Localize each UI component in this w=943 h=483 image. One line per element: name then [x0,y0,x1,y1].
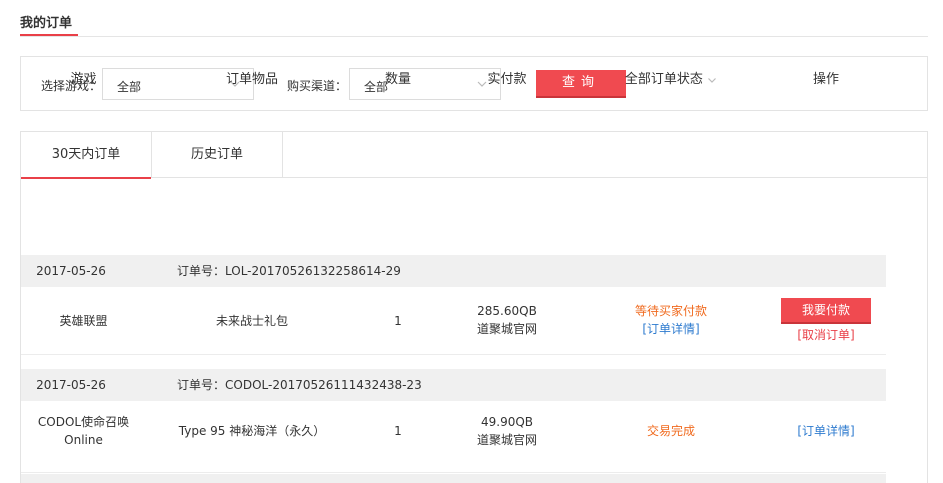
pay-button[interactable]: 我要付款 [781,298,871,324]
col-status-label: 全部订单状态 [624,72,703,87]
col-action: 操作 [812,72,839,87]
tab-history-orders[interactable]: 历史订单 [152,132,283,178]
order-channel: 道聚城官网 [476,433,537,447]
table-header: 游戏 订单物品 数量 实付款 全部订单状态 操作 [21,60,886,100]
col-paid: 实付款 [487,72,527,87]
order-game-line1: CODOL使命召唤 [37,415,130,429]
chevron-down-icon [708,77,717,83]
order-details-link[interactable]: [订单详情] [576,320,766,338]
page-title: 我的订单 [20,16,73,31]
cancel-order-link[interactable]: [取消订单] [766,326,886,344]
order-header: 2017-05-26 订单号：CODOL-20170526111432438-2… [21,369,886,401]
tab-30-day-orders[interactable]: 30天内订单 [21,132,152,179]
order-row: CODOL使命召唤 Online Type 95 神秘海洋（永久） 1 49.9… [21,401,886,473]
order-row: 英雄联盟 未来战士礼包 1 285.60QB 道聚城官网 等待买家付款 [订单详… [21,287,886,355]
order-price: 49.90QB 道聚城官网 [438,413,576,449]
title-divider [20,36,928,37]
order-qty: 1 [394,424,402,438]
order-status: 等待买家付款 [订单详情] [576,302,766,338]
order-details-link[interactable]: [订单详情] [766,422,886,440]
order-price-amount: 49.90QB [480,415,534,429]
order-item: Type 95 神秘海洋（永久） [178,424,326,438]
next-order-header [21,474,886,483]
order-date: 2017-05-26 [36,264,106,278]
order-qty: 1 [394,314,402,328]
order-number: 订单号：CODOL-20170526111432438-23 [177,378,422,392]
col-game: 游戏 [70,72,97,87]
col-item: 订单物品 [225,72,278,87]
order-item: 未来战士礼包 [215,314,288,328]
order-status-text: 交易完成 [646,424,695,438]
order-tabs: 30天内订单 历史订单 [21,132,927,179]
col-status-filter[interactable]: 全部订单状态 [576,60,766,100]
col-qty: 数量 [384,72,411,87]
order-status-text: 等待买家付款 [634,304,707,318]
order-channel: 道聚城官网 [476,322,537,336]
order-number: 订单号：LOL-20170526132258614-29 [177,264,401,278]
order-game-line2: Online [64,433,103,447]
order-game: CODOL使命召唤 Online [21,413,146,449]
order-price-amount: 285.60QB [477,304,537,318]
order-date: 2017-05-26 [36,378,106,392]
order-game: 英雄联盟 [59,314,108,328]
order-header: 2017-05-26 订单号：LOL-20170526132258614-29 [21,255,886,287]
order-price: 285.60QB 道聚城官网 [438,302,576,338]
